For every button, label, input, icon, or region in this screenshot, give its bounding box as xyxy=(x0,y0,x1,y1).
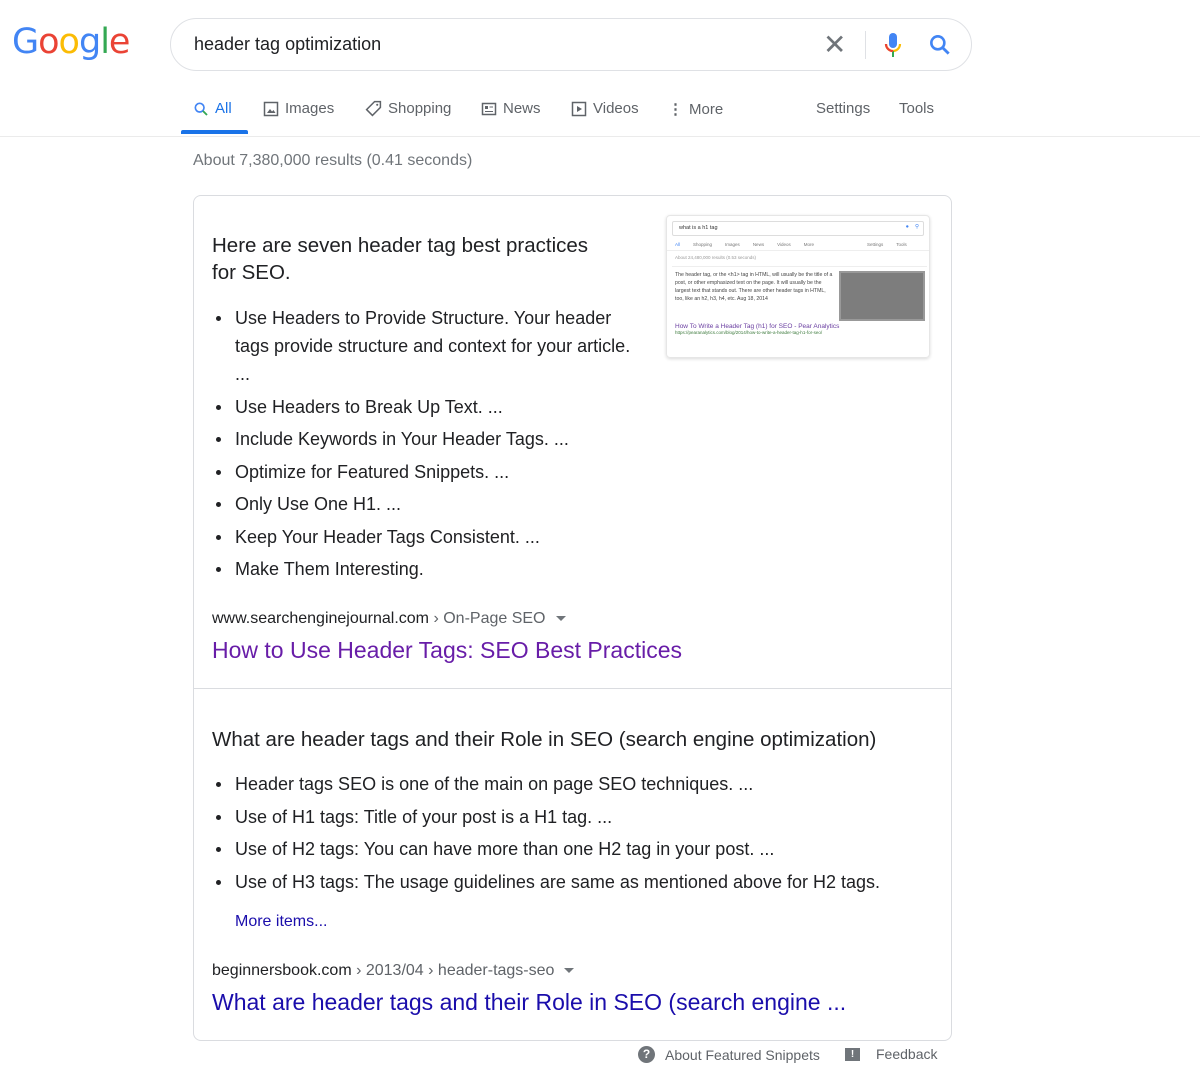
search-input[interactable]: header tag optimization xyxy=(194,34,381,55)
tab-label: News xyxy=(503,100,541,117)
more-items-link[interactable]: More items... xyxy=(235,913,327,931)
thumb-tab: All xyxy=(675,242,681,247)
result-title-link[interactable]: What are header tags and their Role in S… xyxy=(212,989,846,1016)
cite-domain: www.searchenginejournal.com xyxy=(212,610,429,627)
thumb-image xyxy=(839,271,925,321)
search-icon xyxy=(194,102,208,116)
tab-label: Videos xyxy=(593,100,639,117)
list-item: Use of H2 tags: You can have more than o… xyxy=(212,835,932,863)
feedback-icon: ! xyxy=(845,1047,860,1061)
list-item: Only Use One H1. ... xyxy=(212,490,632,518)
play-icon xyxy=(571,101,587,116)
header-divider xyxy=(0,136,1200,137)
tab-label: All xyxy=(215,100,232,117)
list-item: Use of H3 tags: The usage guidelines are… xyxy=(212,868,932,896)
search-icon[interactable] xyxy=(927,32,953,58)
thumb-tabs: All Shopping Images News Videos More Settings T… xyxy=(667,236,929,251)
tab-label: More xyxy=(689,100,724,118)
divider xyxy=(865,31,866,59)
google-logo[interactable]: Google xyxy=(12,22,131,62)
result-stats: About 7,380,000 results (0.41 seconds) xyxy=(193,152,473,169)
thumb-tab: Videos xyxy=(777,242,791,247)
tab-all[interactable]: All xyxy=(193,100,232,117)
microphone-icon[interactable] xyxy=(883,31,903,59)
snippet-heading: What are header tags and their Role in S… xyxy=(212,728,877,751)
list-item: Header tags SEO is one of the main on pa… xyxy=(212,770,932,798)
list-item: Use of H1 tags: Title of your post is a … xyxy=(212,803,932,831)
tools-label: Tools xyxy=(899,100,935,117)
snippet-thumbnail[interactable]: what is a h1 tag ● ⚲ All Shopping Images News… xyxy=(666,215,930,358)
about-label: About Featured Snippets xyxy=(665,1046,820,1063)
card-divider xyxy=(194,688,951,689)
thumb-url: https://pearanalytics.com/blog/2014/how-… xyxy=(675,330,823,335)
thumb-tab: Images xyxy=(725,242,740,247)
list-item: Make Them Interesting. xyxy=(212,555,632,583)
thumb-tab: Shopping xyxy=(693,242,713,247)
logo-letter: g xyxy=(78,22,101,62)
feedback-label: Feedback xyxy=(876,1046,938,1062)
snippet-list: Use Headers to Provide Structure. Your h… xyxy=(212,304,632,588)
list-item: Include Keywords in Your Header Tags. ..… xyxy=(212,425,632,453)
thumb-tab: Tools xyxy=(896,242,907,247)
thumb-text: The header tag, or the <h1> tag in HTML,… xyxy=(675,272,833,302)
thumb-query: what is a h1 tag xyxy=(679,225,718,231)
help-icon: ? xyxy=(638,1046,655,1063)
thumb-tab: News xyxy=(752,242,765,247)
about-featured-snippets-link[interactable]: ? About Featured Snippets xyxy=(638,1046,820,1063)
thumb-tab: More xyxy=(803,242,815,247)
result-cite: beginnersbook.com › 2013/04 › header-tag… xyxy=(212,962,575,980)
active-tab-indicator xyxy=(181,130,248,134)
thumb-tab: Settings xyxy=(867,242,884,247)
tab-label: Shopping xyxy=(388,100,452,117)
list-item: Use Headers to Provide Structure. Your h… xyxy=(212,304,632,388)
tag-icon xyxy=(365,100,382,117)
settings-link[interactable]: Settings xyxy=(816,100,870,117)
thumb-title: How To Write a Header Tag (h1) for SEO -… xyxy=(675,323,840,330)
list-item: Optimize for Featured Snippets. ... xyxy=(212,458,632,486)
settings-label: Settings xyxy=(816,100,871,117)
list-item: Use Headers to Break Up Text. ... xyxy=(212,393,632,421)
tab-shopping[interactable]: Shopping xyxy=(365,100,451,117)
logo-letter: o xyxy=(58,22,80,62)
logo-letter: o xyxy=(38,22,59,62)
image-icon xyxy=(263,101,279,116)
logo-letter: l xyxy=(100,22,110,62)
tools-link[interactable]: Tools xyxy=(899,100,934,117)
tab-label: Images xyxy=(285,100,335,117)
result-title-link[interactable]: How to Use Header Tags: SEO Best Practic… xyxy=(212,637,682,664)
tab-videos[interactable]: Videos xyxy=(571,100,639,117)
tab-images[interactable]: Images xyxy=(263,100,334,117)
search-box[interactable]: header tag optimization ✕ xyxy=(170,18,972,71)
tab-more[interactable]: ⋮ More xyxy=(668,100,724,119)
list-item: Keep Your Header Tags Consistent. ... xyxy=(212,523,632,551)
thumb-stats: About 24,480,000 results (0.53 seconds) xyxy=(675,255,757,260)
feedback-link[interactable]: ! Feedback xyxy=(845,1046,937,1062)
snippet-list: Header tags SEO is one of the main on pa… xyxy=(212,770,932,900)
clear-icon[interactable]: ✕ xyxy=(823,28,846,61)
cite-path: › On-Page SEO xyxy=(429,610,546,627)
cite-domain: beginnersbook.com xyxy=(212,962,352,979)
result-cite: www.searchenginejournal.com › On-Page SE… xyxy=(212,610,566,628)
news-icon xyxy=(481,102,497,115)
snippet-heading: Here are seven header tag best practices… xyxy=(212,234,589,284)
dropdown-arrow-icon[interactable] xyxy=(555,616,566,622)
logo-letter: G xyxy=(12,22,39,62)
more-vert-icon: ⋮ xyxy=(668,101,683,118)
logo-letter: e xyxy=(108,22,131,62)
dropdown-arrow-icon[interactable] xyxy=(564,968,575,974)
tab-news[interactable]: News xyxy=(481,100,541,117)
cite-path: › 2013/04 › header-tags-seo xyxy=(351,962,555,979)
